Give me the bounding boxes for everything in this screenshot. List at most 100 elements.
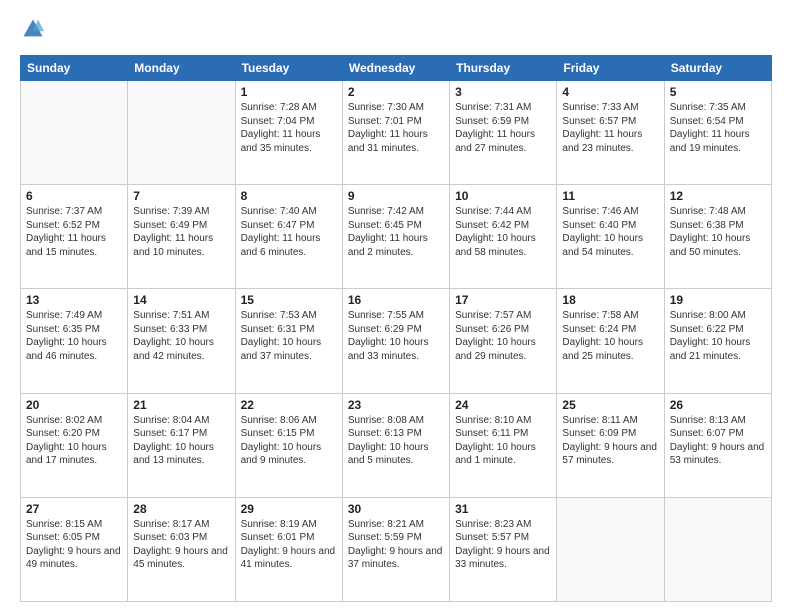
day-number: 20 — [26, 398, 122, 412]
day-number: 5 — [670, 85, 766, 99]
day-info: Sunrise: 7:35 AM Sunset: 6:54 PM Dayligh… — [670, 101, 766, 155]
calendar-week-5: 27 Sunrise: 8:15 AM Sunset: 6:05 PM Dayli… — [21, 497, 772, 601]
day-number: 28 — [133, 502, 229, 516]
weekday-header-thursday: Thursday — [450, 56, 557, 81]
calendar-cell: 28 Sunrise: 8:17 AM Sunset: 6:03 PM Dayli… — [128, 497, 235, 601]
logo — [20, 18, 48, 45]
day-number: 24 — [455, 398, 551, 412]
day-number: 9 — [348, 189, 444, 203]
calendar-cell: 15Sunrise: 7:53 AM Sunset: 6:31 PM Dayli… — [235, 289, 342, 393]
day-number: 3 — [455, 85, 551, 99]
day-info: Sunrise: 7:30 AM Sunset: 7:01 PM Dayligh… — [348, 101, 444, 155]
calendar-cell: 24Sunrise: 8:10 AM Sunset: 6:11 PM Dayli… — [450, 393, 557, 497]
day-number: 10 — [455, 189, 551, 203]
day-number: 8 — [241, 189, 337, 203]
day-number: 31 — [455, 502, 551, 516]
day-info: Sunrise: 7:39 AM Sunset: 6:49 PM Dayligh… — [133, 205, 229, 259]
calendar-cell: 29 Sunrise: 8:19 AM Sunset: 6:01 PM Dayli… — [235, 497, 342, 601]
weekday-header-friday: Friday — [557, 56, 664, 81]
day-info: Sunrise: 7:28 AM Sunset: 7:04 PM Dayligh… — [241, 101, 337, 155]
day-number: 23 — [348, 398, 444, 412]
day-info: Sunrise: 8:06 AM Sunset: 6:15 PM Dayligh… — [241, 414, 337, 468]
calendar-week-1: 1Sunrise: 7:28 AM Sunset: 7:04 PM Daylig… — [21, 81, 772, 185]
day-info: Sunrise: 8:15 AM Sunset: 6:05 PM Dayligh… — [26, 518, 122, 572]
calendar-cell: 8 Sunrise: 7:40 AM Sunset: 6:47 PM Daylig… — [235, 185, 342, 289]
day-info: Sunrise: 8:21 AM Sunset: 5:59 PM Dayligh… — [348, 518, 444, 572]
day-info: Sunrise: 8:13 AM Sunset: 6:07 PM Dayligh… — [670, 414, 766, 468]
day-info: Sunrise: 8:00 AM Sunset: 6:22 PM Dayligh… — [670, 309, 766, 363]
day-info: Sunrise: 7:40 AM Sunset: 6:47 PM Dayligh… — [241, 205, 337, 259]
calendar-cell: 19 Sunrise: 8:00 AM Sunset: 6:22 PM Dayli… — [664, 289, 771, 393]
weekday-header-tuesday: Tuesday — [235, 56, 342, 81]
calendar-cell: 21 Sunrise: 8:04 AM Sunset: 6:17 PM Dayli… — [128, 393, 235, 497]
calendar-cell: 3 Sunrise: 7:31 AM Sunset: 6:59 PM Daylig… — [450, 81, 557, 185]
day-number: 19 — [670, 293, 766, 307]
day-number: 14 — [133, 293, 229, 307]
day-info: Sunrise: 7:37 AM Sunset: 6:52 PM Dayligh… — [26, 205, 122, 259]
weekday-header-saturday: Saturday — [664, 56, 771, 81]
calendar-cell: 11 Sunrise: 7:46 AM Sunset: 6:40 PM Dayli… — [557, 185, 664, 289]
calendar-cell: 4Sunrise: 7:33 AM Sunset: 6:57 PM Daylig… — [557, 81, 664, 185]
calendar-cell: 6 Sunrise: 7:37 AM Sunset: 6:52 PM Daylig… — [21, 185, 128, 289]
day-info: Sunrise: 7:44 AM Sunset: 6:42 PM Dayligh… — [455, 205, 551, 259]
page: SundayMondayTuesdayWednesdayThursdayFrid… — [0, 0, 792, 612]
day-number: 27 — [26, 502, 122, 516]
calendar-cell: 30 Sunrise: 8:21 AM Sunset: 5:59 PM Dayli… — [342, 497, 449, 601]
day-info: Sunrise: 7:46 AM Sunset: 6:40 PM Dayligh… — [562, 205, 658, 259]
day-number: 18 — [562, 293, 658, 307]
day-number: 25 — [562, 398, 658, 412]
day-info: Sunrise: 8:04 AM Sunset: 6:17 PM Dayligh… — [133, 414, 229, 468]
weekday-header-monday: Monday — [128, 56, 235, 81]
day-number: 22 — [241, 398, 337, 412]
calendar-week-2: 6 Sunrise: 7:37 AM Sunset: 6:52 PM Daylig… — [21, 185, 772, 289]
day-info: Sunrise: 8:11 AM Sunset: 6:09 PM Dayligh… — [562, 414, 658, 468]
day-info: Sunrise: 8:02 AM Sunset: 6:20 PM Dayligh… — [26, 414, 122, 468]
calendar-cell: 23Sunrise: 8:08 AM Sunset: 6:13 PM Dayli… — [342, 393, 449, 497]
day-info: Sunrise: 7:49 AM Sunset: 6:35 PM Dayligh… — [26, 309, 122, 363]
day-info: Sunrise: 7:57 AM Sunset: 6:26 PM Dayligh… — [455, 309, 551, 363]
calendar-cell — [664, 497, 771, 601]
weekday-header-sunday: Sunday — [21, 56, 128, 81]
day-info: Sunrise: 7:58 AM Sunset: 6:24 PM Dayligh… — [562, 309, 658, 363]
day-number: 17 — [455, 293, 551, 307]
day-number: 29 — [241, 502, 337, 516]
calendar-cell: 18 Sunrise: 7:58 AM Sunset: 6:24 PM Dayli… — [557, 289, 664, 393]
calendar-cell: 20 Sunrise: 8:02 AM Sunset: 6:20 PM Dayli… — [21, 393, 128, 497]
day-number: 11 — [562, 189, 658, 203]
day-number: 12 — [670, 189, 766, 203]
header — [20, 18, 772, 45]
day-info: Sunrise: 7:48 AM Sunset: 6:38 PM Dayligh… — [670, 205, 766, 259]
calendar-cell: 17 Sunrise: 7:57 AM Sunset: 6:26 PM Dayli… — [450, 289, 557, 393]
day-number: 13 — [26, 293, 122, 307]
day-number: 21 — [133, 398, 229, 412]
day-number: 16 — [348, 293, 444, 307]
day-info: Sunrise: 7:55 AM Sunset: 6:29 PM Dayligh… — [348, 309, 444, 363]
weekday-header-wednesday: Wednesday — [342, 56, 449, 81]
calendar-cell: 22 Sunrise: 8:06 AM Sunset: 6:15 PM Dayli… — [235, 393, 342, 497]
calendar-cell — [557, 497, 664, 601]
calendar-cell: 25 Sunrise: 8:11 AM Sunset: 6:09 PM Dayli… — [557, 393, 664, 497]
day-number: 6 — [26, 189, 122, 203]
day-info: Sunrise: 8:19 AM Sunset: 6:01 PM Dayligh… — [241, 518, 337, 572]
day-info: Sunrise: 7:31 AM Sunset: 6:59 PM Dayligh… — [455, 101, 551, 155]
logo-icon — [22, 18, 44, 40]
calendar-cell — [21, 81, 128, 185]
day-number: 15 — [241, 293, 337, 307]
calendar-cell: 27 Sunrise: 8:15 AM Sunset: 6:05 PM Dayli… — [21, 497, 128, 601]
calendar-cell: 31 Sunrise: 8:23 AM Sunset: 5:57 PM Dayli… — [450, 497, 557, 601]
calendar-cell: 26 Sunrise: 8:13 AM Sunset: 6:07 PM Dayli… — [664, 393, 771, 497]
calendar-cell — [128, 81, 235, 185]
calendar-table: SundayMondayTuesdayWednesdayThursdayFrid… — [20, 55, 772, 602]
day-info: Sunrise: 8:17 AM Sunset: 6:03 PM Dayligh… — [133, 518, 229, 572]
calendar-cell: 14Sunrise: 7:51 AM Sunset: 6:33 PM Dayli… — [128, 289, 235, 393]
calendar-cell: 2Sunrise: 7:30 AM Sunset: 7:01 PM Daylig… — [342, 81, 449, 185]
day-number: 26 — [670, 398, 766, 412]
weekday-header-row: SundayMondayTuesdayWednesdayThursdayFrid… — [21, 56, 772, 81]
calendar-cell: 12 Sunrise: 7:48 AM Sunset: 6:38 PM Dayli… — [664, 185, 771, 289]
calendar-cell: 5 Sunrise: 7:35 AM Sunset: 6:54 PM Daylig… — [664, 81, 771, 185]
calendar-week-4: 20 Sunrise: 8:02 AM Sunset: 6:20 PM Dayli… — [21, 393, 772, 497]
day-info: Sunrise: 8:23 AM Sunset: 5:57 PM Dayligh… — [455, 518, 551, 572]
day-number: 30 — [348, 502, 444, 516]
day-info: Sunrise: 7:42 AM Sunset: 6:45 PM Dayligh… — [348, 205, 444, 259]
day-number: 7 — [133, 189, 229, 203]
